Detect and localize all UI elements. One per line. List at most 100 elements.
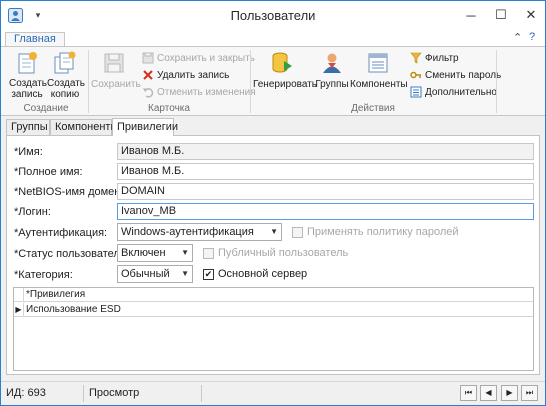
save-close-button[interactable]: Сохранить и закрыть — [142, 50, 255, 66]
column-header-privilege[interactable]: *Привилегия — [26, 289, 85, 300]
tab-privileges[interactable]: Привилегии — [112, 118, 178, 136]
save-label: Сохранить — [91, 79, 141, 90]
privileges-grid: *Привилегия ▶ Использование ESD — [13, 287, 534, 371]
additional-label: Дополнительно — [425, 86, 497, 98]
help-icon[interactable]: ? — [529, 31, 535, 43]
grid-header: *Привилегия — [14, 288, 533, 302]
create-copy-label-2: копию — [50, 89, 80, 100]
minimize-button[interactable]: ─ — [456, 1, 486, 29]
status-separator — [201, 385, 202, 402]
save-close-label: Сохранить и закрыть — [157, 52, 255, 64]
grid-corner — [14, 288, 24, 302]
components-icon — [368, 53, 388, 73]
close-button[interactable]: ✕ — [516, 1, 546, 29]
privilege-cell[interactable]: Использование ESD — [26, 304, 121, 315]
collapse-ribbon-icon[interactable]: ⌃ — [513, 31, 522, 44]
privileges-panel: *Имя: Иванов М.Б. *Полное имя: Иванов М.… — [6, 135, 540, 375]
create-copy-label-1: Создать — [47, 78, 86, 89]
mode-indicator: Просмотр — [89, 387, 140, 399]
public-user-label: Публичный пользователь — [218, 247, 349, 259]
row-indicator-icon: ▶ — [14, 303, 24, 317]
groups-button[interactable]: Группы — [314, 51, 350, 90]
new-record-icon — [18, 52, 37, 74]
ribbon: Создать запись Создать копию Создание Со… — [1, 46, 545, 116]
tab-home[interactable]: Главная — [5, 32, 65, 47]
create-record-button[interactable]: Создать запись — [9, 51, 48, 100]
category-select[interactable]: Обычный ▼ — [117, 265, 193, 283]
status-label: *Статус пользователя: — [14, 248, 129, 260]
category-label: *Категория: — [14, 269, 73, 281]
filter-button[interactable]: Фильтр — [410, 50, 459, 66]
create-record-label-2: запись — [11, 89, 43, 100]
chevron-down-icon: ▼ — [270, 227, 278, 236]
delete-record-label: Удалить запись — [157, 69, 230, 81]
components-button[interactable]: Компоненты — [350, 51, 408, 90]
main-window: ▾ Пользователи ─ ☐ ✕ Главная ⌃ ? Создать… — [0, 0, 546, 406]
components-label: Компоненты — [350, 79, 408, 90]
status-select[interactable]: Включен ▼ — [117, 244, 193, 262]
tab-groups[interactable]: Группы — [6, 119, 50, 136]
title-bar: ▾ Пользователи ─ ☐ ✕ — [1, 1, 545, 30]
status-bar: ИД: 693 Просмотр ⏮ ◀ ▶ ⏭ — [1, 381, 545, 405]
generate-label: Генерировать — [253, 79, 317, 90]
name-field[interactable]: Иванов М.Б. — [117, 143, 534, 160]
login-field[interactable]: Ivanov_MB — [117, 203, 534, 220]
group-separator — [496, 50, 497, 113]
delete-icon — [143, 70, 153, 80]
checkbox-box — [203, 247, 214, 259]
auth-select[interactable]: Windows-аутентификация ▼ — [117, 223, 282, 241]
first-record-button[interactable]: ⏮ — [460, 385, 477, 401]
last-record-button[interactable]: ⏭ — [521, 385, 538, 401]
groups-icon — [323, 53, 341, 73]
groups-label: Группы — [315, 79, 349, 90]
group-label-actions: Действия — [351, 103, 395, 114]
change-password-button[interactable]: Сменить пароль — [410, 67, 501, 83]
tab-components[interactable]: Компоненты — [50, 119, 118, 136]
filter-label: Фильтр — [425, 52, 459, 64]
chevron-down-icon: ▼ — [181, 269, 189, 278]
main-server-label: Основной сервер — [218, 268, 308, 280]
group-label-card: Карточка — [148, 103, 190, 114]
additional-button[interactable]: Дополнительно — [410, 84, 497, 100]
copy-record-icon — [54, 51, 76, 74]
generate-button[interactable]: Генерировать — [253, 51, 317, 90]
main-server-checkbox[interactable]: ✔ Основной сервер — [203, 268, 307, 280]
name-label: *Имя: — [14, 146, 43, 158]
undo-icon — [143, 88, 154, 98]
prev-record-button[interactable]: ◀ — [480, 385, 497, 401]
fullname-label: *Полное имя: — [14, 166, 83, 178]
cancel-changes-button[interactable]: Отменить изменения — [142, 84, 256, 100]
public-user-checkbox[interactable]: Публичный пользователь — [203, 247, 348, 259]
save-button[interactable]: Сохранить — [91, 51, 141, 90]
record-id: ИД: 693 — [6, 387, 46, 399]
delete-record-button[interactable]: Удалить запись — [142, 67, 229, 83]
status-select-value: Включен — [121, 247, 166, 259]
apply-policy-label: Применять политику паролей — [307, 226, 459, 238]
apply-policy-checkbox[interactable]: Применять политику паролей — [292, 226, 459, 238]
next-record-button[interactable]: ▶ — [501, 385, 518, 401]
checkmark-icon: ✔ — [203, 268, 214, 280]
checkbox-box — [292, 226, 303, 238]
save-close-icon — [142, 52, 154, 64]
auth-select-value: Windows-аутентификация — [121, 226, 254, 238]
change-password-label: Сменить пароль — [425, 69, 502, 81]
additional-icon — [410, 86, 422, 98]
key-icon — [410, 71, 421, 79]
create-record-label-1: Создать — [9, 78, 48, 89]
fullname-field[interactable]: Иванов М.Б. — [117, 163, 534, 180]
save-icon — [104, 53, 124, 73]
netbios-label: *NetBIOS-имя домена: — [14, 186, 130, 198]
cancel-changes-label: Отменить изменения — [157, 86, 256, 98]
status-separator — [83, 385, 84, 402]
auth-label: *Аутентификация: — [14, 227, 108, 239]
chevron-down-icon: ▼ — [181, 248, 189, 257]
netbios-field[interactable]: DOMAIN — [117, 183, 534, 200]
ribbon-tab-strip: Главная ⌃ ? — [1, 30, 545, 47]
category-select-value: Обычный — [121, 268, 170, 280]
table-row[interactable]: ▶ Использование ESD — [14, 303, 533, 317]
generate-icon — [272, 52, 292, 73]
login-label: *Логин: — [14, 206, 51, 218]
group-label-create: Создание — [23, 103, 69, 114]
maximize-button[interactable]: ☐ — [486, 1, 516, 29]
create-copy-button[interactable]: Создать копию — [47, 51, 86, 100]
